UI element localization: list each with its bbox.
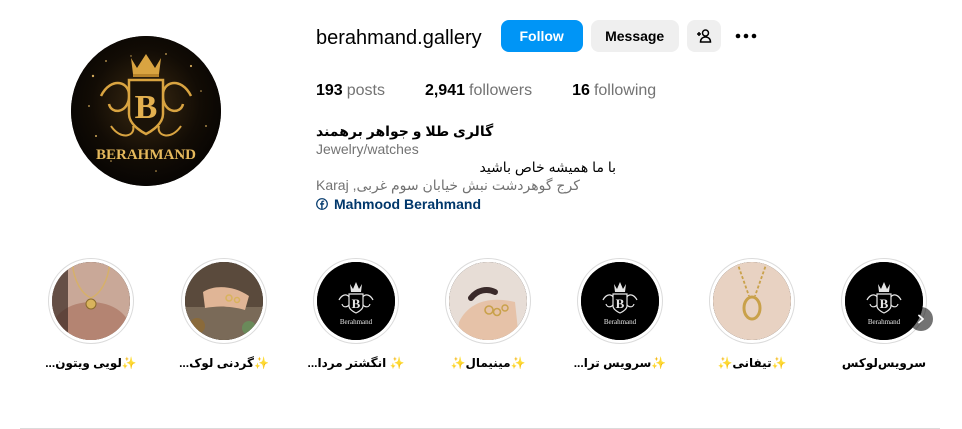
username: berahmand.gallery xyxy=(316,26,482,49)
highlight-cover-logo: B Berahmand xyxy=(845,262,923,340)
highlight-label: ✨گردنی لوک... xyxy=(179,356,269,370)
svg-text:B: B xyxy=(352,296,361,311)
svg-text:B: B xyxy=(616,296,625,311)
highlight-item[interactable]: ✨مینیمال✨ xyxy=(445,258,531,378)
profile-bio: گالری طلا و جواهر برهمند Jewelry/watches… xyxy=(316,122,616,213)
svg-text:Berahmand: Berahmand xyxy=(340,318,373,326)
logo-wordmark: BERAHMAND xyxy=(96,147,196,163)
highlight-label: سرویس‌لوکس xyxy=(841,356,927,370)
highlight-label: ✨تیفانی✨ xyxy=(717,356,787,370)
facebook-link[interactable]: Mahmood Berahmand xyxy=(316,195,616,213)
more-horizontal-icon xyxy=(735,33,756,39)
suggested-accounts-button[interactable] xyxy=(686,20,721,52)
followers-stat[interactable]: 2,941 followers xyxy=(425,82,532,100)
highlight-label: ✨لویی ویتون... xyxy=(45,356,137,370)
highlight-label: ✨مینیمال✨ xyxy=(450,356,526,370)
posts-stat: 193 posts xyxy=(316,82,385,99)
highlight-item[interactable]: B Berahmand ✨ انگشتر مردا... xyxy=(308,258,404,378)
bio-tagline: با ما همیشه خاص باشید xyxy=(479,159,617,175)
following-stat[interactable]: 16 following xyxy=(572,82,656,100)
highlights-next-button[interactable] xyxy=(909,307,933,331)
message-button[interactable]: Message xyxy=(590,20,679,52)
highlight-cover-logo: B Berahmand xyxy=(317,262,395,340)
svg-text:B: B xyxy=(135,89,158,126)
more-options-button[interactable] xyxy=(729,20,763,52)
facebook-link-text: Mahmood Berahmand xyxy=(334,196,482,212)
story-highlights: ✨لویی ویتون... ✨گردنی لوک... B Berahmand… xyxy=(0,258,962,378)
highlight-cover-necklace xyxy=(52,262,130,340)
highlight-cover-pendant xyxy=(713,262,791,340)
svg-text:Berahmand: Berahmand xyxy=(604,318,637,326)
profile-display-name: گالری طلا و جواهر برهمند xyxy=(316,123,494,139)
follow-button[interactable]: Follow xyxy=(500,20,583,52)
chevron-right-icon xyxy=(918,314,924,324)
profile-category: Jewelry/watches xyxy=(316,141,419,157)
profile-stats: 193 posts 2,941 followers 16 following xyxy=(316,82,696,100)
profile-header: berahmand.gallery Follow Message xyxy=(316,19,763,53)
highlight-cover-hand xyxy=(185,262,263,340)
svg-text:B: B xyxy=(880,296,889,311)
bio-address: Karaj ,کرج گوهردشت نبش خیابان سوم غربی xyxy=(316,177,580,193)
highlight-cover-rings xyxy=(449,262,527,340)
highlight-item[interactable]: ✨گردنی لوک... xyxy=(179,258,269,378)
highlight-label: ✨سرویس ترا... xyxy=(573,356,667,370)
highlight-cover-logo: B Berahmand xyxy=(581,262,659,340)
highlight-item[interactable]: ✨تیفانی✨ xyxy=(709,258,795,378)
highlight-item[interactable]: B Berahmand ✨سرویس ترا... xyxy=(574,258,666,378)
profile-avatar[interactable]: B BERAHMAND xyxy=(71,36,221,186)
svg-text:Berahmand: Berahmand xyxy=(868,318,901,326)
highlight-item[interactable]: ✨لویی ویتون... xyxy=(45,258,137,378)
facebook-icon xyxy=(316,198,328,210)
berahmand-logo: B BERAHMAND xyxy=(71,36,221,186)
person-add-icon xyxy=(696,29,711,43)
highlight-label: ✨ انگشتر مردا... xyxy=(307,356,405,370)
